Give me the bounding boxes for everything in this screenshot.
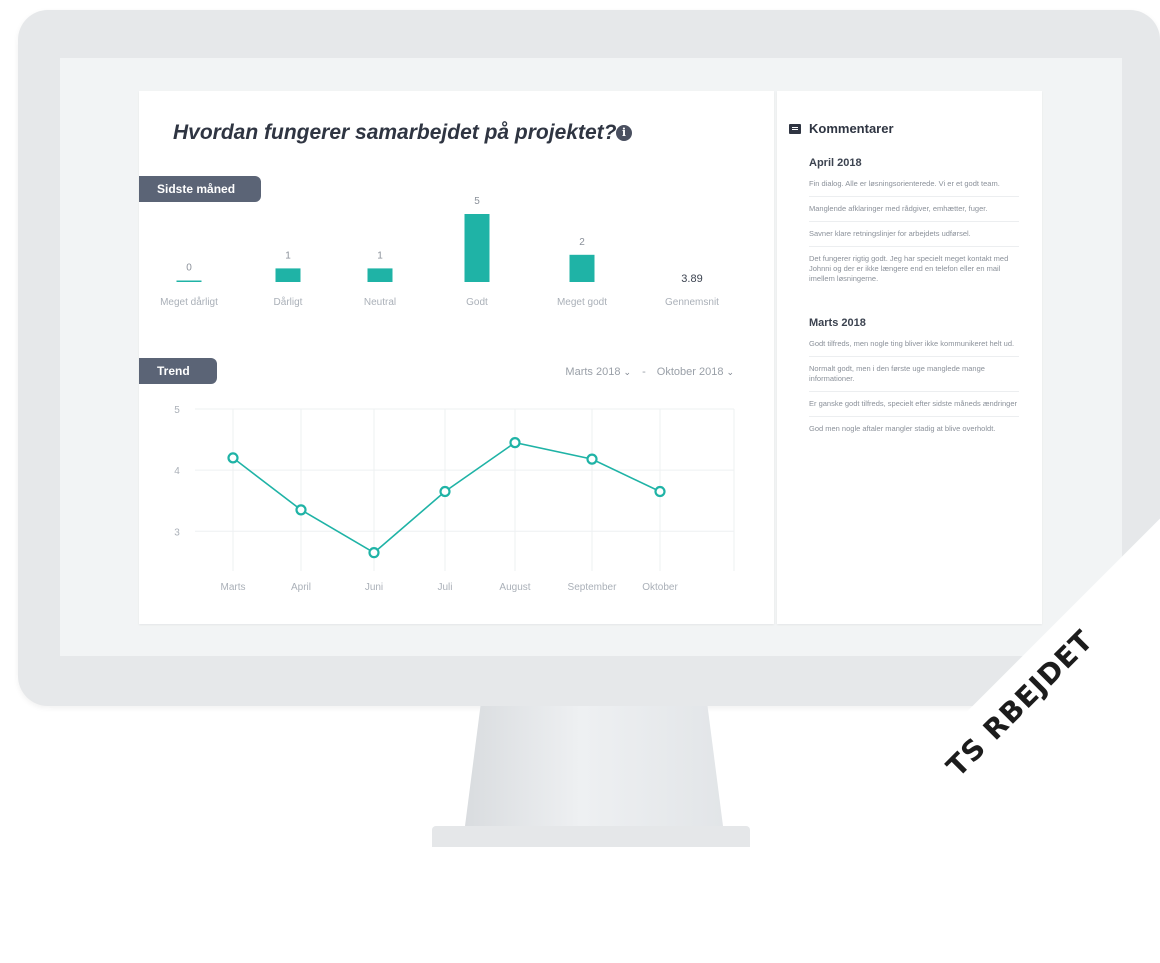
bar-3 [464,214,490,282]
bar-2 [367,268,393,282]
survey-card: Hvordan fungerer samarbejdet på projekte… [139,91,774,624]
comments-panel: Kommentarer April 2018 Fin dialog. Alle e… [777,91,1042,624]
trend-point-1 [295,504,307,516]
comment-month-heading: Marts 2018 [809,317,866,329]
x-tick-label: Juni [365,582,383,593]
monitor-stand [465,706,723,826]
comments-list: April 2018 Fin dialog. Alle er løsningsor… [809,157,1019,448]
comment-item: Det fungerer rigtig godt. Jeg har specie… [809,254,1009,283]
comment-icon [789,124,801,134]
bar-category-label: Neutral [364,297,396,308]
bar-category-label: Godt [466,297,488,308]
comment-item: Godt tilfreds, men nogle ting bliver ikk… [809,339,1019,357]
bar-1 [275,268,301,282]
bar-value-label: 2 [579,237,585,248]
bar-category-label: Dårligt [274,296,303,308]
comment-item: Fin dialog. Alle er løsningsorienterede.… [809,179,1019,197]
comment-item: Manglende afklaringer med rådgiver, emhæ… [809,204,1019,222]
trend-point-3 [439,485,451,498]
x-tick-label: Juli [437,582,452,593]
average-label: Gennemsnit [665,297,719,308]
charts-svg: 0 Meget dårligt 1 Dårligt 1 Neutral 5 Godt 2 Mege… [160,196,735,593]
trend-point-4 [509,437,521,449]
comment-item: God men nogle aftaler mangler stadig at … [809,424,996,433]
comments-title: Kommentarer [809,121,894,136]
monitor-base [432,826,750,847]
bar-category-label: Meget dårligt [160,296,218,308]
trend-point-0 [227,452,239,464]
bar-value-label: 0 [186,263,192,274]
comment-item: Er ganske godt tilfreds, specielt efter … [809,399,1019,417]
bar-4 [569,254,595,282]
x-tick-label: April [291,582,311,593]
y-tick-label: 4 [174,466,180,477]
bar-value-label: 1 [285,250,291,261]
comment-item: Savner klare retningslinjer for arbejdet… [809,229,1019,247]
bar-category-label: Meget godt [557,297,607,308]
x-tick-label: August [499,582,530,593]
average-value: 3.89 [681,273,702,285]
y-tick-label: 5 [174,405,180,416]
bar-0 [176,280,202,282]
x-tick-label: Marts [221,582,246,593]
trend-point-5 [586,453,598,465]
comment-month-heading: April 2018 [809,157,862,169]
trend-point-6 [654,485,666,498]
y-tick-label: 3 [174,527,180,538]
comment-month-block: Marts 2018 Godt tilfreds, men nogle ting … [809,317,1019,441]
comment-month-block: April 2018 Fin dialog. Alle er løsningsor… [809,157,1019,291]
comment-item: Normalt godt, men i den første uge mangl… [809,364,1019,392]
x-tick-label: Oktober [642,582,678,593]
x-tick-label: September [568,582,618,593]
trend-point-2 [368,547,380,559]
bar-value-label: 1 [377,250,383,261]
bar-value-label: 5 [474,196,480,207]
